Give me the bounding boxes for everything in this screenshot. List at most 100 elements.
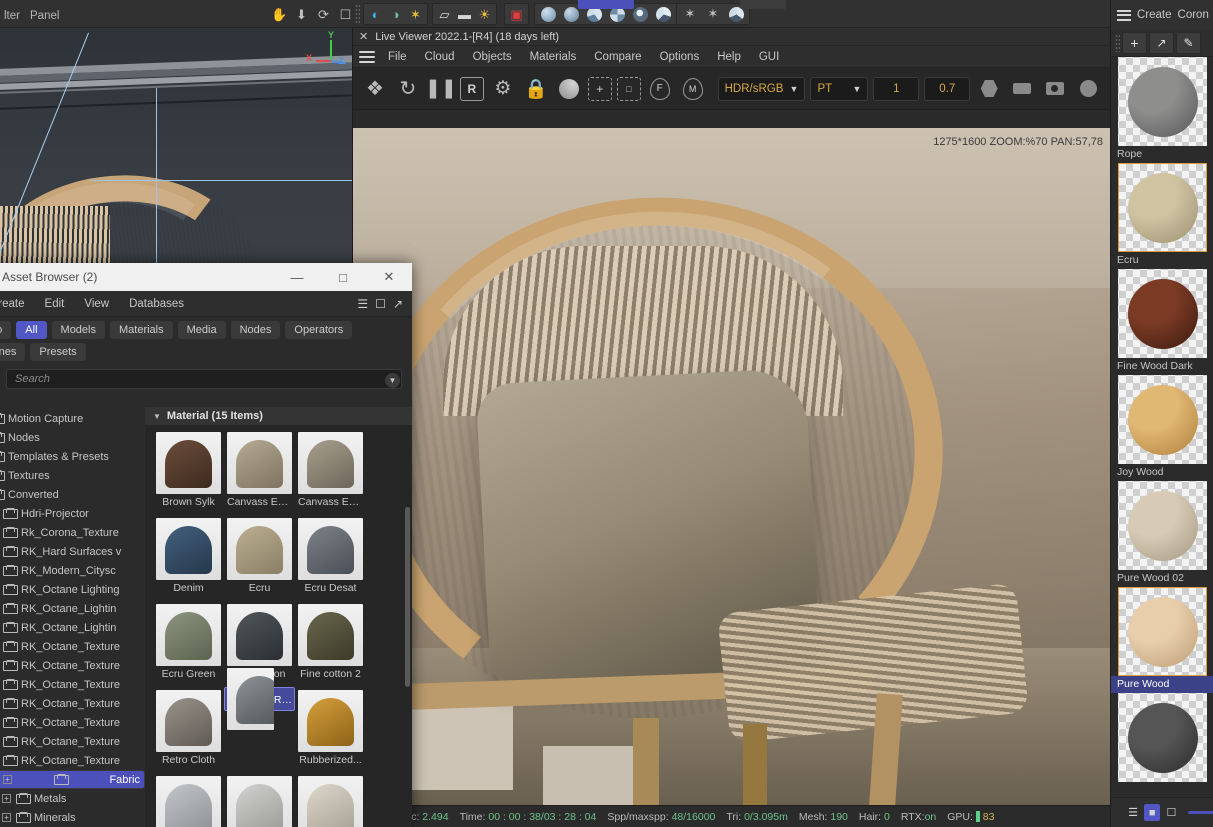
filter-nodes[interactable]: Nodes: [230, 321, 281, 339]
wireframe-icon[interactable]: [652, 4, 674, 24]
menu-item-cloud[interactable]: Cloud: [416, 46, 464, 68]
chevron-down-icon[interactable]: ▼: [385, 373, 400, 388]
region-render-button[interactable]: R: [459, 76, 484, 101]
gouraud-shading-icon[interactable]: [537, 4, 559, 24]
menu-item-gui[interactable]: GUI: [750, 46, 788, 68]
menu-item-create[interactable]: Create: [0, 298, 35, 310]
render-canvas[interactable]: 1275*1600 ZOOM:%70 PAN:57,78: [353, 128, 1111, 806]
gear-light-icon[interactable]: ✶: [679, 4, 701, 24]
asset-grid[interactable]: ▼ Material (15 Items) Brown Sylk Canvass …: [145, 407, 412, 827]
asset-cell[interactable]: Fine cotton 2: [295, 601, 366, 683]
asset-cell[interactable]: Brown Sylk: [153, 429, 224, 511]
material-preview[interactable]: [1118, 375, 1207, 464]
tree-item[interactable]: +RK_Octane_Texture: [0, 675, 145, 694]
tree-item[interactable]: + Minerals: [0, 808, 145, 827]
tree-item[interactable]: +RK_Octane_Texture: [0, 732, 145, 751]
tree-item[interactable]: Hdri-Projector: [0, 504, 145, 523]
menu-item-view[interactable]: View: [74, 298, 119, 310]
tree-item[interactable]: +RK_Octane_Lightin: [0, 599, 145, 618]
light-icon[interactable]: ▱: [435, 5, 454, 24]
asset-tree[interactable]: Motion Capture Nodes Templates & Presets Te…: [0, 407, 145, 827]
menu-item-create[interactable]: Create: [1137, 9, 1172, 21]
asset-cell[interactable]: Canvass Ecr...: [295, 429, 366, 511]
contrast-icon[interactable]: ◐: [366, 5, 385, 24]
asset-cell[interactable]: Ecru: [224, 515, 295, 597]
filter-media[interactable]: Media: [177, 321, 226, 339]
grid-view-icon[interactable]: ■: [1144, 804, 1161, 821]
tree-item[interactable]: Converted: [0, 485, 145, 504]
restart-render-icon[interactable]: ❖: [361, 75, 389, 103]
material-item[interactable]: Rope: [1111, 57, 1213, 163]
tree-item[interactable]: +RK_Hard Surfaces v: [0, 542, 145, 561]
render-mode-select[interactable]: PT ▼: [810, 76, 869, 101]
gear-light2-icon[interactable]: ✶: [702, 4, 724, 24]
large-view-icon[interactable]: ☐: [1163, 804, 1179, 821]
frame-icon[interactable]: ☐: [336, 5, 355, 24]
filter-all[interactable]: All: [16, 321, 47, 339]
tree-item[interactable]: +Rk_Corona_Texture: [0, 523, 145, 542]
filter-scenes[interactable]: cenes: [0, 343, 26, 361]
close-icon[interactable]: ✕: [359, 30, 368, 43]
expand-icon[interactable]: +: [2, 813, 11, 822]
material-item[interactable]: Joy Wood: [1111, 375, 1213, 481]
tab-indicator-2[interactable]: [740, 0, 786, 9]
tree-item[interactable]: + Fabric: [0, 770, 145, 789]
crop-region-icon[interactable]: □: [616, 76, 641, 101]
menu-item-help[interactable]: Help: [708, 46, 750, 68]
tree-item[interactable]: Textures: [0, 466, 145, 485]
tree-item[interactable]: -RK_Octane_Texture: [0, 751, 145, 770]
material-sphere-icon[interactable]: [555, 75, 583, 103]
add-region-icon[interactable]: +: [587, 76, 612, 101]
material-item[interactable]: Pure Wood: [1111, 587, 1213, 693]
asset-browser-titlebar[interactable]: Asset Browser (2) — □ ✕: [0, 263, 412, 291]
material-preview[interactable]: [1118, 587, 1207, 676]
asset-cell[interactable]: Silk Cream: [295, 773, 366, 827]
filter-auto[interactable]: uto: [0, 321, 12, 339]
material-preview[interactable]: [1118, 269, 1207, 358]
sun-burst-icon[interactable]: ☀: [475, 5, 494, 24]
pause-icon[interactable]: ❚❚: [425, 75, 457, 103]
close-icon[interactable]: ✕: [366, 263, 412, 291]
hand-icon[interactable]: ✋: [270, 5, 289, 24]
menu-item-corona[interactable]: Coron: [1178, 9, 1209, 21]
filter-operators[interactable]: Operators: [285, 321, 353, 339]
colorspace-select[interactable]: HDR/sRGB ▼: [717, 76, 806, 101]
material-item[interactable]: Ecru: [1111, 163, 1213, 269]
menu-item-edit[interactable]: Edit: [35, 298, 75, 310]
minimize-icon[interactable]: —: [274, 263, 320, 291]
material-preview[interactable]: [1118, 163, 1207, 252]
contrast-half-icon[interactable]: ◑: [386, 5, 405, 24]
tree-item[interactable]: +RK_Octane Lighting: [0, 580, 145, 599]
camera-record-icon[interactable]: ▣: [507, 5, 526, 24]
pan-zoom-icon[interactable]: ⬇: [292, 5, 311, 24]
material-list[interactable]: Rope Ecru Fine Wood Dark Joy Wood Pure Wood …: [1111, 57, 1213, 787]
refresh-icon[interactable]: ↻: [394, 75, 422, 103]
material-item[interactable]: Fine Wood Dark: [1111, 269, 1213, 375]
tree-item[interactable]: Templates & Presets: [0, 447, 145, 466]
arrow-icon[interactable]: ↗: [1149, 32, 1174, 54]
asset-cell[interactable]: Ecru Green: [153, 601, 224, 683]
expand-icon[interactable]: +: [2, 794, 11, 803]
menu-item-compare[interactable]: Compare: [585, 46, 650, 68]
rotate-icon[interactable]: ⟳: [314, 5, 333, 24]
list-view-icon[interactable]: ☰: [1125, 804, 1141, 821]
material-preview[interactable]: [1118, 693, 1207, 782]
asset-cell[interactable]: Rubberized...: [295, 687, 366, 769]
camera-icon[interactable]: [1041, 75, 1069, 103]
size-slider[interactable]: [1188, 811, 1213, 814]
tree-item[interactable]: +RK_Octane_Texture: [0, 656, 145, 675]
asset-cell[interactable]: Retro Cloth: [153, 687, 224, 769]
gamma-field[interactable]: 0.7: [924, 76, 971, 101]
toolbar-grip[interactable]: [355, 4, 360, 24]
hamburger-icon[interactable]: [359, 50, 375, 63]
asset-cell[interactable]: Canvass Ecru: [224, 429, 295, 511]
asset-cell[interactable]: Ecru Desat: [295, 515, 366, 597]
collapse-icon[interactable]: ☐: [375, 297, 393, 311]
menu-item-objects[interactable]: Objects: [464, 46, 521, 68]
menu-item-file[interactable]: File: [379, 46, 416, 68]
filter-models[interactable]: Models: [51, 321, 105, 339]
rectangle-icon[interactable]: [1008, 75, 1036, 103]
active-tab-indicator[interactable]: [578, 0, 634, 9]
hamburger-icon[interactable]: [1117, 9, 1131, 21]
area-light-icon[interactable]: ▬: [455, 5, 474, 24]
